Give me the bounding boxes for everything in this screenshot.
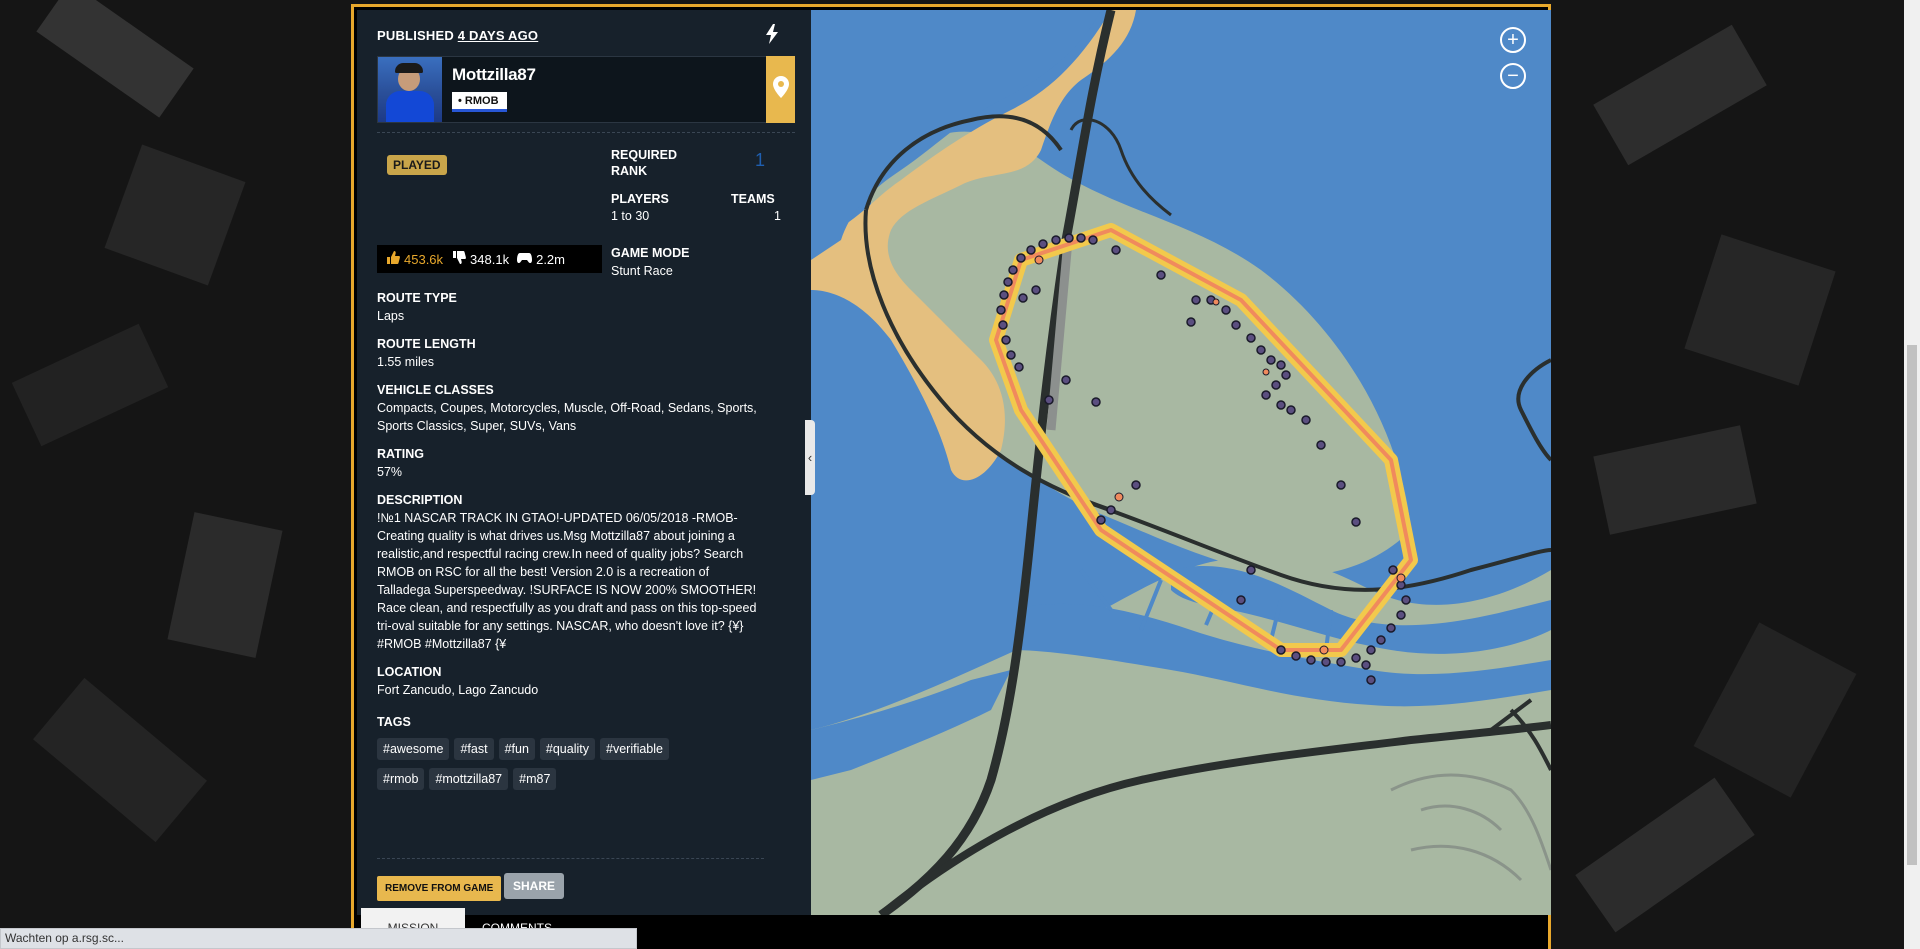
tag-quality[interactable]: #quality [539, 738, 595, 760]
collapse-panel-button[interactable]: ‹ [805, 420, 815, 495]
tag-fun[interactable]: #fun [498, 738, 535, 760]
tag-verifiable[interactable]: #verifiable [600, 738, 669, 760]
game-mode-value: Stunt Race [611, 264, 673, 278]
rating-value: 57% [377, 465, 403, 479]
page-scrollbar[interactable] [1904, 0, 1920, 949]
author-card[interactable]: Mottzilla87 • RMOB [377, 56, 768, 123]
crew-tag[interactable]: • RMOB [452, 92, 507, 112]
job-info-panel: PUBLISHED 4 DAYS AGO Mottzilla87 • RMOB … [357, 10, 811, 915]
zoom-in-button[interactable]: + [1500, 27, 1526, 53]
job-card: PUBLISHED 4 DAYS AGO Mottzilla87 • RMOB … [351, 4, 1551, 949]
published-ago[interactable]: 4 DAYS AGO [458, 28, 539, 43]
location-value: Fort Zancudo, Lago Zancudo [377, 683, 539, 697]
route-type-value: Laps [377, 309, 405, 323]
scrollbar-thumb[interactable] [1907, 345, 1917, 865]
description-value: !№1 NASCAR TRACK IN GTAO!-UPDATED 06/05/… [377, 511, 757, 651]
map-canvas[interactable] [811, 10, 1551, 915]
vehicle-classes-label: VEHICLE CLASSES [377, 383, 494, 397]
bolt-icon[interactable] [765, 24, 779, 49]
location-label: LOCATION [377, 665, 442, 679]
tag-mottzilla87[interactable]: #mottzilla87 [429, 768, 509, 790]
tag-m87[interactable]: #m87 [513, 768, 557, 790]
description-label: DESCRIPTION [377, 493, 463, 507]
divider [377, 858, 764, 859]
author-name[interactable]: Mottzilla87 [452, 65, 536, 85]
share-button[interactable]: SHARE [504, 873, 565, 899]
gamepad-icon [517, 252, 533, 267]
likes-count: 453.6k [404, 251, 444, 267]
divider [377, 132, 795, 133]
thumbs-down-icon [453, 251, 466, 267]
tag-awesome[interactable]: #awesome [377, 738, 450, 760]
thumbs-up-icon [387, 251, 400, 267]
published-prefix: PUBLISHED [377, 28, 454, 43]
players-label: PLAYERS [611, 192, 669, 206]
vote-stats: 453.6k 348.1k 2.2m [377, 245, 602, 273]
tag-rmob[interactable]: #rmob [377, 768, 425, 790]
teams-label: TEAMS [731, 192, 775, 206]
plays-count: 2.2m [536, 251, 565, 267]
tags-label: TAGS [377, 715, 411, 729]
played-badge: PLAYED [387, 155, 447, 175]
route-map[interactable] [811, 10, 1551, 915]
rating-label: RATING [377, 447, 424, 461]
route-length-label: ROUTE LENGTH [377, 337, 476, 351]
teams-value: 1 [774, 209, 781, 223]
published-line: PUBLISHED 4 DAYS AGO [377, 28, 538, 43]
vehicle-classes-value: Compacts, Coupes, Motorcycles, Muscle, O… [377, 401, 757, 433]
game-mode-label: GAME MODE [611, 246, 690, 260]
map-pin-icon [772, 76, 789, 103]
avatar[interactable] [378, 57, 442, 122]
required-rank-value: 1 [755, 150, 766, 170]
dislikes-count: 348.1k [470, 251, 510, 267]
browser-status-bar: Wachten op a.rsg.sc... [0, 928, 637, 949]
remove-from-game-button[interactable]: REMOVE FROM GAME [377, 876, 502, 901]
route-length-value: 1.55 miles [377, 355, 434, 369]
zoom-out-button[interactable]: − [1500, 63, 1526, 89]
tag-list: #awesome #fast #fun #quality #verifiable #rm… [377, 738, 777, 798]
route-type-label: ROUTE TYPE [377, 291, 457, 305]
tag-fast[interactable]: #fast [454, 738, 494, 760]
location-button[interactable] [766, 56, 795, 123]
required-rank-label: REQUIRED RANK [611, 148, 677, 178]
players-value: 1 to 30 [611, 209, 650, 223]
